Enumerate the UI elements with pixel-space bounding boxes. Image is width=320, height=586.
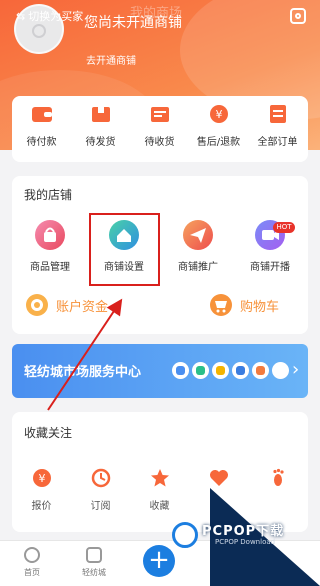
shop-item-label: 商铺推广 [178,262,218,273]
clock-icon [91,468,111,488]
tab-home[interactable]: 首页 [2,547,62,578]
switch-to-buyer-button[interactable]: ⇆ 切换为买家 [16,8,83,24]
service-icon [252,362,269,379]
truck-icon [149,104,171,124]
cart-icon [210,294,232,316]
order-item-all[interactable]: 全部订单 [248,100,307,148]
yen-refund-icon: ¥ [208,104,230,124]
tab-label: 轻纺城 [82,568,106,577]
hot-badge: HOT [273,222,295,233]
order-item-label: 待收货 [144,137,175,148]
building-icon [86,547,102,563]
banner-title: 轻纺城市场服务中心 [24,365,142,380]
section-title: 我的店铺 [24,188,73,202]
home-tab-icon [24,547,40,563]
shopping-bag-icon [35,220,65,250]
service-icon [232,362,249,379]
fav-item-label: 报价 [31,501,52,512]
order-item-to-ship[interactable]: 待发货 [71,100,130,148]
shopping-cart-button[interactable]: 购物车 [210,292,279,318]
order-item-label: 待发货 [85,137,116,148]
tab-textile-city[interactable]: 轻纺城 [64,547,124,578]
shop-item-promotion[interactable]: 商铺推广 [162,220,234,273]
service-icon [172,362,189,379]
watermark-text: PCPOP下载 [202,524,285,539]
my-shop-card: 我的店铺 商品管理 商铺设置 商铺推广 商铺开播 账户资金 购物车 [12,176,308,334]
order-item-to-receive[interactable]: 待收货 [130,100,189,148]
heart-icon [209,468,229,488]
star-icon [150,468,170,488]
order-item-label: 全部订单 [257,137,298,148]
shop-item-product-management[interactable]: 商品管理 [14,220,86,273]
order-item-refund[interactable]: ¥ 售后/退款 [189,100,248,148]
watermark-subtext: PCPOP Download [215,538,276,546]
tab-label: 首页 [24,568,40,577]
order-item-label: 待付款 [26,137,57,148]
shop-item-label: 商铺开播 [250,262,290,273]
order-item-pending-payment[interactable]: 待付款 [12,100,71,148]
market-service-banner[interactable]: 轻纺城市场服务中心 › [12,344,308,398]
switch-label: 切换为买家 [28,10,84,23]
section-title: 收藏关注 [24,426,73,440]
watermark-logo-icon [172,522,198,548]
yen-icon: ¥ [32,468,52,488]
fav-item-quotes[interactable]: ¥ 报价 [12,468,71,512]
paper-plane-icon [183,220,213,250]
service-icon [212,362,229,379]
list-icon [267,104,289,124]
wallet-icon [31,104,53,124]
order-item-label: 售后/退款 [196,137,241,148]
settings-gear-icon[interactable] [290,8,306,24]
fav-item-label: 收藏 [149,501,170,512]
fav-item-footprints[interactable] [248,468,307,497]
chevron-right-icon: › [292,359,300,380]
account-funds-label: 账户资金 [56,299,109,315]
shopping-cart-label: 购物车 [240,299,280,315]
highlight-box [89,213,160,286]
order-status-card: 待付款 待发货 待收货 ¥ 售后/退款 全部订单 [12,96,308,162]
fav-item-collect[interactable]: 收藏 [130,468,189,512]
svg-text:¥: ¥ [38,472,45,485]
fav-item-subscribe[interactable]: 订阅 [71,468,130,512]
service-icon [192,362,209,379]
publish-plus-button[interactable]: + [143,545,175,577]
switch-arrow-icon: ⇆ [16,10,26,23]
favorites-card: 收藏关注 ¥ 报价 订阅 收藏 关 [12,412,308,532]
avatar-placeholder-icon [32,24,46,38]
coin-icon [26,294,48,316]
account-funds-button[interactable]: 账户资金 [26,292,108,318]
shop-name: 您尚未开通商铺 [84,15,182,31]
shop-item-label: 商品管理 [30,262,70,273]
open-shop-link[interactable]: 去开通商铺 [86,52,136,67]
shop-item-live-stream[interactable]: 商铺开播 [234,220,306,273]
more-icon [272,362,289,379]
footprint-icon [268,468,288,488]
svg-text:¥: ¥ [215,108,222,121]
package-icon [90,104,112,124]
fav-item-label: 订阅 [90,501,111,512]
